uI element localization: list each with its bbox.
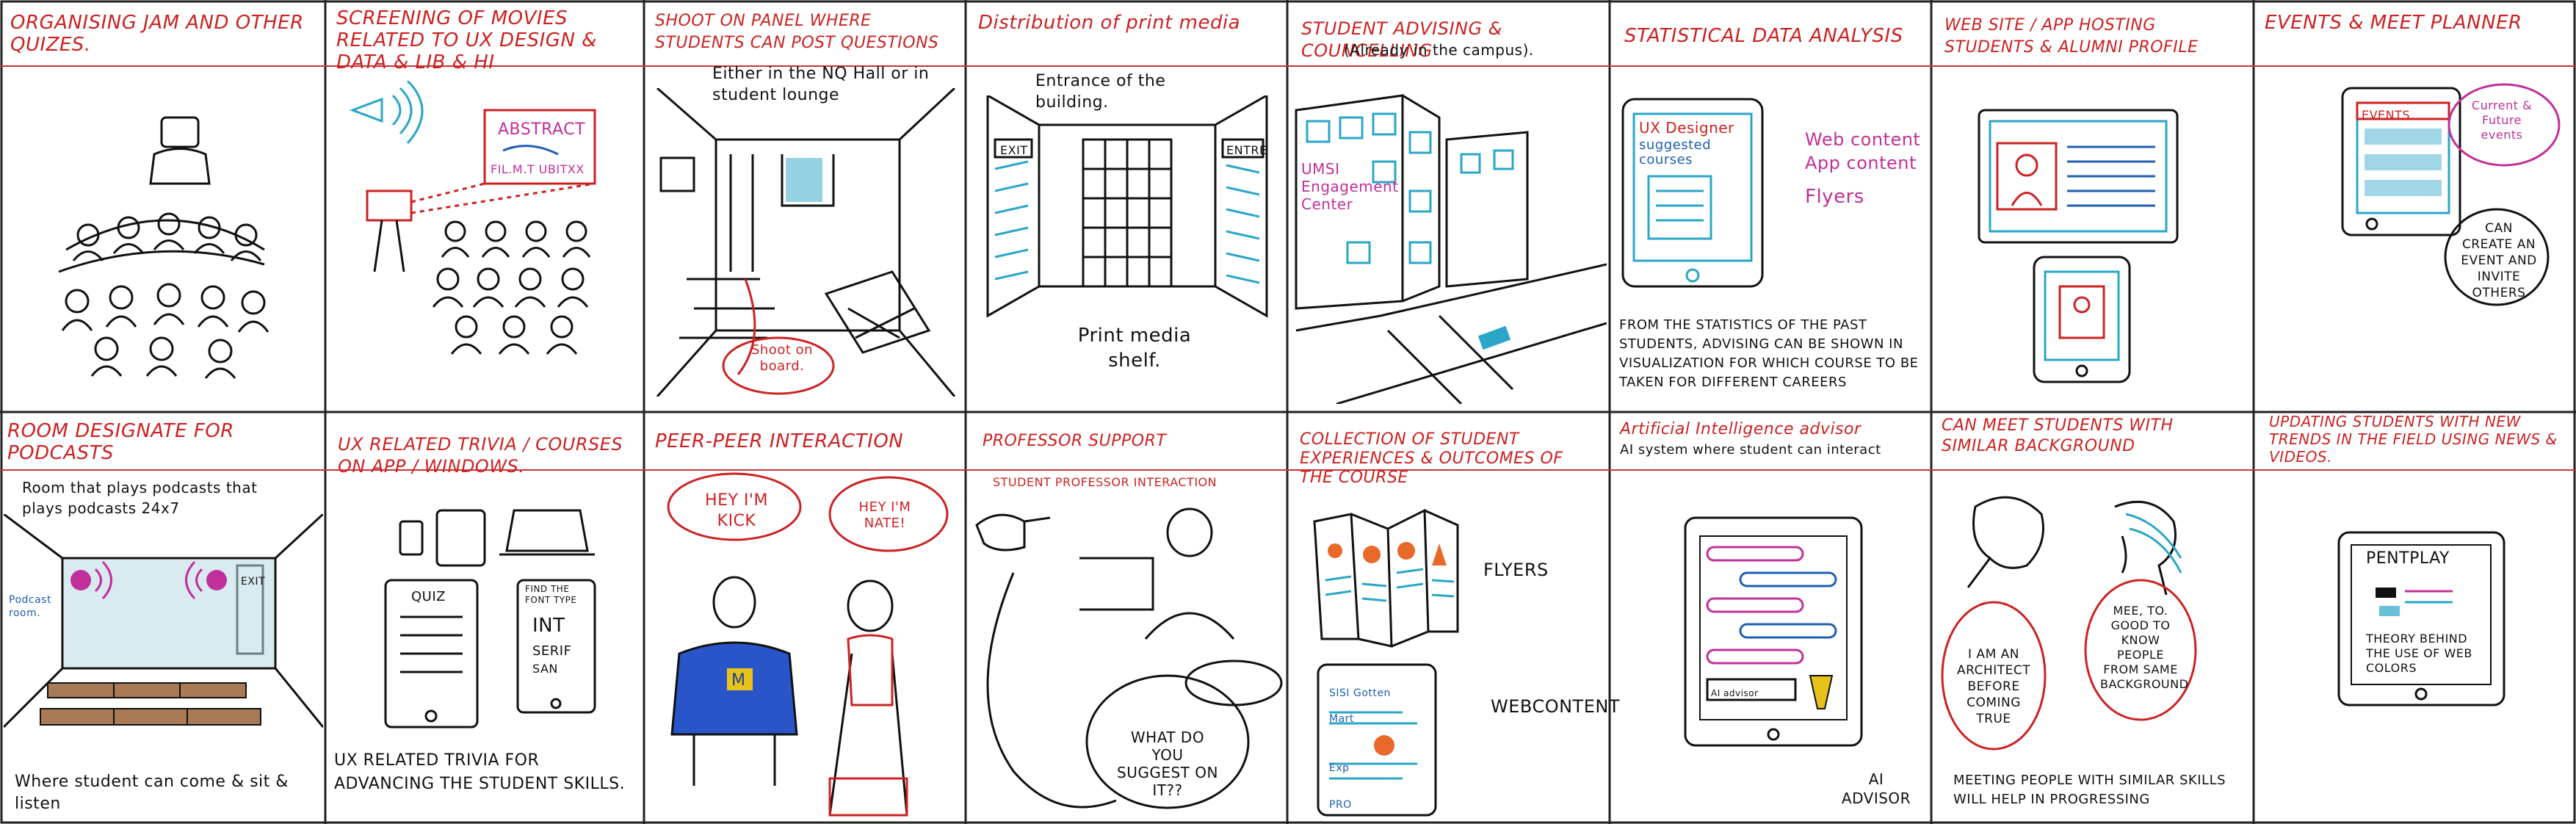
events-tab-label: EVENTS — [2362, 108, 2411, 122]
web-content-tag: Web content — [1805, 129, 1921, 150]
events-bubble-top: Current & Future events — [2471, 98, 2533, 142]
podcast-room-drawing — [4, 514, 323, 729]
quiz-card-title: QUIZ — [411, 589, 446, 604]
panel-9-caption: Room that plays podcasts that plays podc… — [22, 479, 258, 517]
right-person-bubble: Mee, to. Good to know people from same b… — [2100, 604, 2189, 691]
panel-4-title: Distribution of print media — [978, 12, 1241, 34]
exit-sign: EXIT — [1000, 143, 1028, 157]
panel-12-subtitle: Student professor interaction — [993, 475, 1218, 489]
font-quiz-line-4: SAN — [532, 662, 558, 676]
panel-6-title: Statistical data analysis — [1624, 25, 1903, 47]
web-content-label: WEBCONTENT — [1491, 696, 1620, 717]
phone-line-1: Mart — [1329, 713, 1354, 725]
suggested-courses-label: suggested courses — [1639, 137, 1712, 167]
panel-6-footer: From the statistics of the past students… — [1619, 317, 1919, 390]
panel-10-footer: UX related trivia for advancing the stud… — [334, 751, 626, 793]
peer-bubble-right: HEY I'M NATE! — [858, 499, 911, 531]
phone-line-3: PRO — [1329, 799, 1352, 811]
screen-text-1: ABSTRACT — [498, 120, 586, 139]
flyers-tag: Flyers — [1805, 186, 1864, 208]
flyers-label: FLYERS — [1483, 560, 1549, 580]
panel-16-title: Updating students with new trends in the… — [2269, 413, 2558, 466]
panel-1-title: Organising Jam and other Quizes. — [10, 12, 304, 56]
events-bubble-bottom: Can create an event and invite others — [2461, 221, 2537, 300]
panel-11-title: Peer-peer interaction — [655, 430, 904, 452]
panel-4-footer: Print media shelf. — [1077, 325, 1192, 372]
font-quiz-line-1: FIND THE FONT TYPE — [525, 584, 577, 605]
screen-text-2: FIL.M.T UBITXX — [491, 162, 585, 176]
podcast-room-label: Podcast room. — [9, 594, 51, 619]
panel-7-title: Web site / app hosting students & alumni… — [1944, 16, 2199, 57]
building-entrance-drawing — [986, 95, 1268, 318]
campus-street-drawing — [1295, 94, 1607, 404]
ai-phone-label: AI advisor — [1711, 688, 1759, 698]
tablet-text: Theory behind the use of web colors — [2366, 632, 2472, 675]
panel-13-title: Collection of student experiences & outc… — [1300, 430, 1563, 487]
movie-screening-drawing — [349, 81, 596, 355]
panel-14-subtitle: AI system where student can interact — [1620, 442, 1881, 458]
panel-8-title: Events & Meet planner — [2265, 12, 2522, 34]
panel-9-title: Room designate for podcasts — [7, 420, 234, 464]
umsi-building-label: UMSI Engagement Center — [1301, 160, 1399, 213]
trivia-devices-drawing — [384, 509, 596, 729]
professor-bubble-text: What do you suggest on IT?? — [1117, 729, 1218, 799]
tablet-title: PENTPLAY — [2366, 549, 2450, 568]
quiz-audience-drawing — [58, 116, 269, 379]
panel-14-title: Artificial Intelligence advisor — [1620, 420, 1862, 438]
room-exit-sign: EXIT — [241, 576, 266, 588]
panel-15-title: Can meet students with similar backgroun… — [1942, 416, 2174, 455]
panel-15-footer: Meeting people with similar skills will … — [1953, 773, 2226, 807]
profile-site-drawing — [1978, 109, 2179, 383]
app-content-tag: App content — [1805, 153, 1917, 173]
font-quiz-line-2: INT — [532, 615, 565, 637]
entre-sign: ENTRE — [1226, 143, 1267, 157]
ux-designer-screen-title: UX Designer — [1639, 119, 1734, 137]
panel-12-title: Professor support — [983, 432, 1167, 450]
panel-9-footer: Where student can come & sit & listen — [15, 773, 289, 813]
ai-advisor-tablet-drawing — [1684, 516, 1863, 747]
panel-2-title: Screening of movies related to UX Design… — [336, 7, 597, 73]
panel-14-footer: AI advisor — [1841, 770, 1911, 807]
flyers-drawing — [1313, 508, 1459, 648]
storyboard: Organising Jam and other Quizes. — [0, 0, 2576, 824]
panel-3-title: Shoot on panel where students can post q… — [655, 12, 939, 52]
panel-3-bubble: Shoot on board. — [750, 342, 814, 374]
panel-10-title: UX related trivia / courses on app / win… — [338, 434, 623, 477]
similar-background-drawing — [1941, 496, 2197, 751]
peer-bubble-left: HEY I'M KICK — [705, 491, 768, 530]
shirt-letter: M — [731, 671, 746, 690]
panel-5-subtitle: (Already in the campus). — [1344, 41, 1534, 59]
phone-line-2: Exp — [1329, 762, 1350, 774]
left-person-bubble: I am an architect before coming true — [1957, 647, 2031, 726]
phone-title: SISI Gotten — [1329, 687, 1391, 699]
